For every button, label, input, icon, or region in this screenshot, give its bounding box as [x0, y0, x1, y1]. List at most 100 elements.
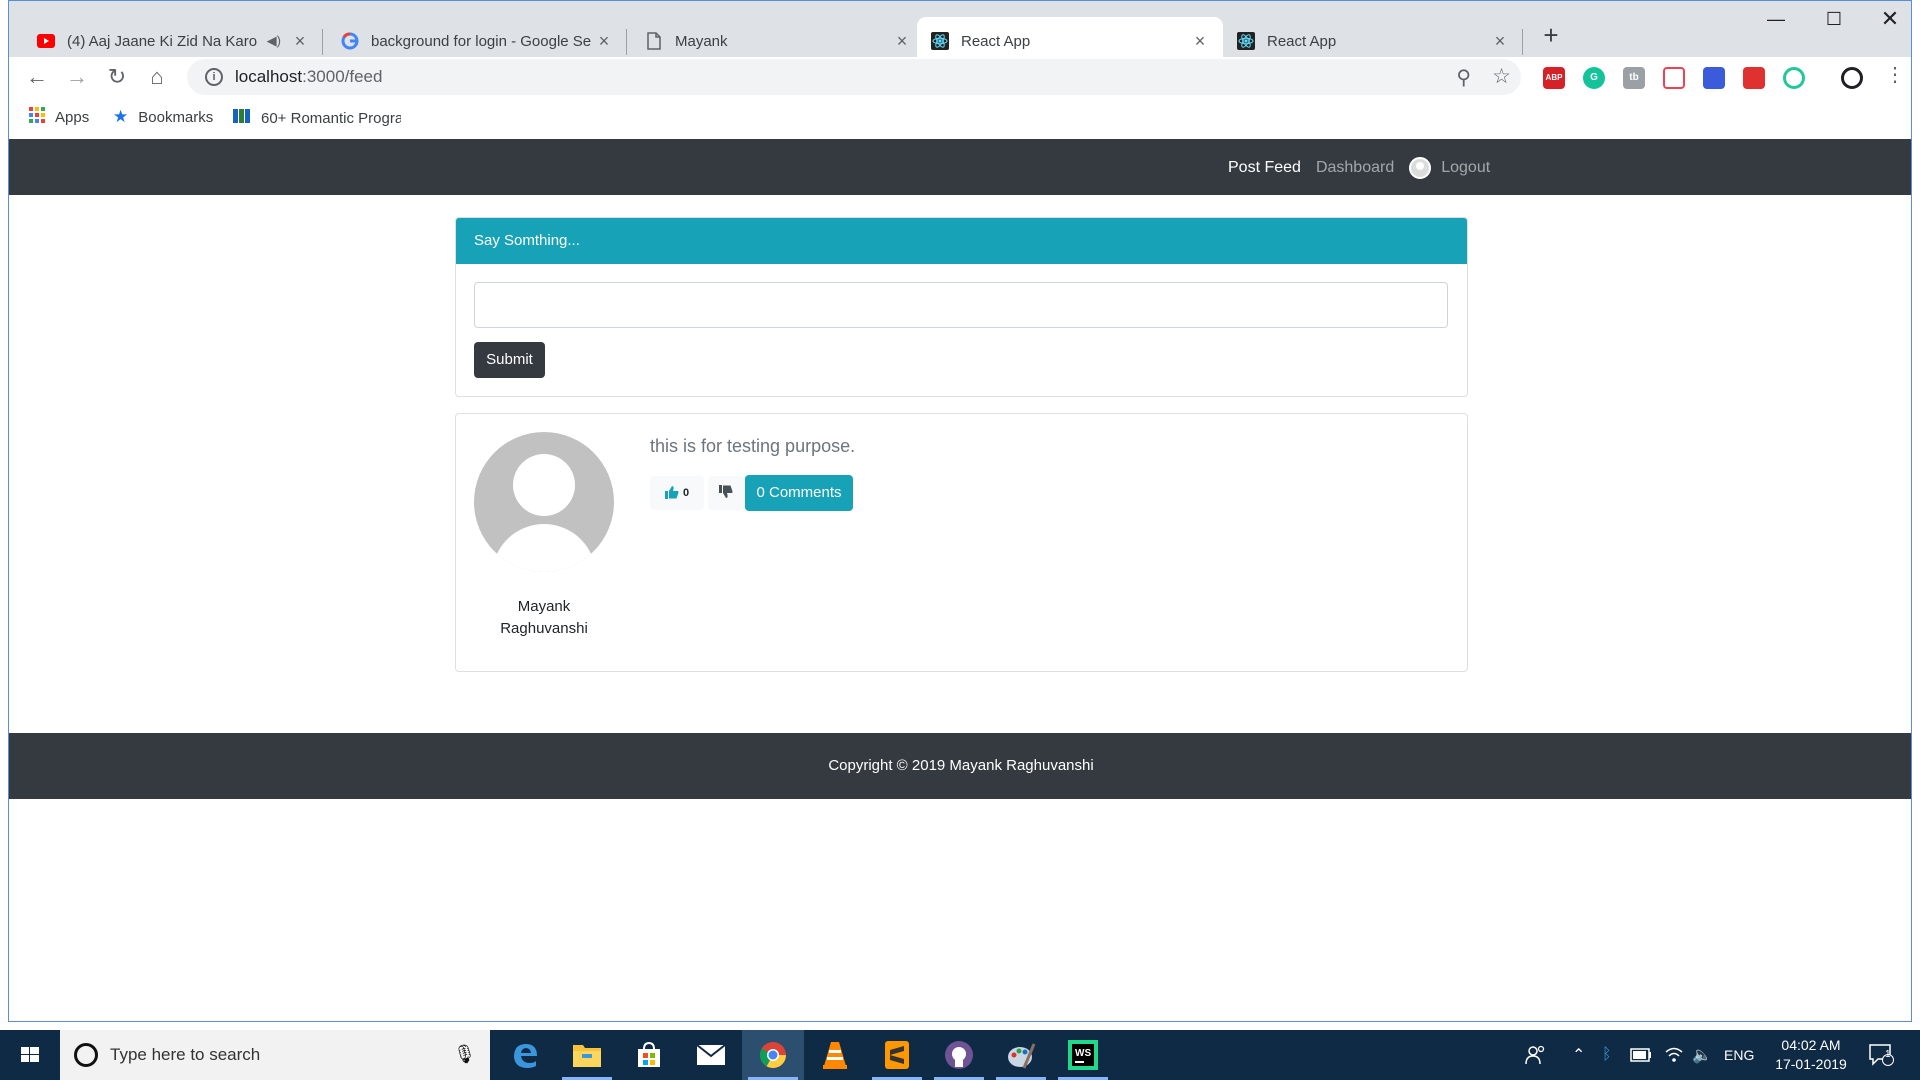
tab-separator	[322, 29, 323, 55]
nav-logout[interactable]: Logout	[1441, 159, 1490, 177]
browser-toolbar: ← → ↻ ⌂ i localhost:3000/feed ⚲ ☆ ABP G …	[9, 57, 1911, 97]
edge-icon[interactable]	[494, 1030, 556, 1080]
submit-button[interactable]: Submit	[474, 342, 545, 378]
bookmark-romantic[interactable]: 60+ Romantic Progra	[233, 107, 401, 129]
post-text: this is for testing purpose.	[650, 436, 856, 456]
youtube-icon	[37, 32, 55, 50]
mail-icon[interactable]	[680, 1030, 742, 1080]
battery-icon[interactable]	[1630, 1030, 1652, 1080]
file-explorer-icon[interactable]	[556, 1030, 618, 1080]
profile-avatar[interactable]	[1841, 67, 1863, 89]
notification-count: 1	[1885, 1049, 1891, 1060]
toolbox-icon[interactable]: tb	[1623, 67, 1645, 89]
site-icon	[233, 107, 251, 129]
star-icon: ★	[113, 107, 129, 126]
bookmark-label: Bookmarks	[138, 108, 214, 126]
page-footer: Copyright © 2019 Mayank Raghuvanshi	[9, 733, 1911, 799]
clock-date: 17-01-2019	[1775, 1056, 1847, 1072]
cortana-icon	[74, 1043, 98, 1067]
sublime-icon[interactable]	[866, 1030, 928, 1080]
windows-logo-icon	[21, 1047, 39, 1062]
extension-icon[interactable]	[1783, 67, 1805, 89]
extension-icon[interactable]	[1743, 67, 1765, 89]
bookmark-bookmarks[interactable]: ★ Bookmarks	[113, 107, 213, 127]
close-tab-icon[interactable]: ×	[1491, 32, 1509, 50]
close-tab-icon[interactable]: ×	[893, 32, 911, 50]
top-navbar: Post Feed Dashboard Logout	[9, 139, 1911, 195]
zoom-icon[interactable]: ⚲	[1456, 65, 1471, 90]
web-page: Post Feed Dashboard Logout Say Somthing.…	[9, 139, 1911, 1021]
taskbar-search[interactable]: Type here to search 🎙	[60, 1030, 490, 1080]
author-avatar	[474, 432, 614, 572]
tab-title: React App	[1267, 32, 1337, 50]
forward-button[interactable]: →	[63, 63, 91, 91]
info-icon[interactable]: i	[205, 68, 223, 86]
maximize-button[interactable]: ☐	[1809, 9, 1859, 33]
extension-icon[interactable]	[1703, 67, 1725, 89]
post-text-input[interactable]	[474, 282, 1448, 328]
post-form-card: Say Somthing... Submit	[455, 217, 1468, 397]
post-form-header: Say Somthing...	[456, 218, 1467, 264]
post-card: Mayank Raghuvanshi this is for testing p…	[455, 413, 1468, 672]
like-button[interactable]: 0	[650, 476, 704, 510]
close-tab-icon[interactable]: ×	[595, 32, 613, 50]
chrome-icon[interactable]	[742, 1030, 804, 1080]
chevron-up-icon[interactable]: ⌃	[1572, 1030, 1585, 1080]
comments-button[interactable]: 0 Comments	[745, 475, 853, 511]
search-placeholder: Type here to search	[110, 1045, 261, 1064]
notification-center-icon[interactable]: 1	[1868, 1030, 1894, 1080]
close-window-button[interactable]: ✕	[1865, 6, 1911, 31]
address-bar[interactable]: i localhost:3000/feed ⚲ ☆	[187, 59, 1521, 95]
bookmark-star-icon[interactable]: ☆	[1492, 64, 1511, 89]
webstorm-icon[interactable]: WS	[1052, 1030, 1114, 1080]
nav-post-feed[interactable]: Post Feed	[1228, 159, 1301, 177]
url-text[interactable]: localhost:3000/feed	[235, 67, 382, 87]
react-icon	[931, 32, 949, 50]
bookmark-label: Apps	[55, 108, 90, 126]
thumbs-up-icon	[664, 485, 679, 502]
tab-title: (4) Aaj Jaane Ki Zid Na Karo	[67, 32, 257, 50]
dislike-button[interactable]	[708, 476, 744, 510]
navbar-links: Post Feed Dashboard Logout	[1228, 157, 1505, 179]
bookmark-apps[interactable]: Apps	[29, 107, 89, 127]
paint-icon[interactable]	[990, 1030, 1052, 1080]
taskbar-clock[interactable]: 04:02 AM 17-01-2019	[1766, 1036, 1856, 1074]
pocket-icon[interactable]	[1663, 67, 1685, 89]
tab-title: background for login - Google Se	[371, 32, 592, 50]
grammarly-icon[interactable]: G	[1583, 67, 1605, 89]
close-tab-icon[interactable]: ×	[291, 32, 309, 50]
clock-time: 04:02 AM	[1781, 1037, 1841, 1053]
volume-icon[interactable]: 🔈	[1692, 1030, 1712, 1080]
url-host: localhost	[235, 67, 303, 86]
tab-title: React App	[961, 32, 1031, 50]
tab-strip: (4) Aaj Jaane Ki Zid Na Karo ◀) × backgr…	[9, 1, 1911, 65]
mute-icon[interactable]: ◀)	[267, 33, 281, 49]
bluetooth-icon[interactable]: ᛒ	[1602, 1030, 1612, 1080]
home-button[interactable]: ⌂	[143, 63, 171, 91]
adblock-plus-icon[interactable]: ABP	[1543, 67, 1565, 89]
bookmark-label: 60+ Romantic Progra	[261, 109, 401, 127]
vlc-icon[interactable]	[804, 1030, 866, 1080]
close-tab-icon[interactable]: ×	[1191, 32, 1209, 50]
wifi-icon[interactable]	[1664, 1030, 1684, 1080]
people-icon[interactable]	[1524, 1030, 1546, 1080]
thumbs-down-icon	[719, 484, 733, 502]
tab-separator	[1522, 29, 1523, 55]
nav-dashboard[interactable]: Dashboard	[1316, 159, 1394, 177]
github-icon[interactable]	[928, 1030, 990, 1080]
back-button[interactable]: ←	[23, 63, 51, 91]
bookmarks-bar: Apps ★ Bookmarks 60+ Romantic Progra	[9, 99, 1911, 135]
store-icon[interactable]	[618, 1030, 680, 1080]
author-name[interactable]: Mayank Raghuvanshi	[474, 596, 614, 640]
svg-text:WS: WS	[1075, 1048, 1091, 1059]
microphone-icon[interactable]: 🎙	[453, 1044, 476, 1065]
browser-window: (4) Aaj Jaane Ki Zid Na Karo ◀) × backgr…	[8, 0, 1912, 1022]
new-tab-button[interactable]: +	[1537, 21, 1565, 49]
reload-button[interactable]: ↻	[103, 63, 131, 91]
language-indicator[interactable]: ENG	[1724, 1030, 1754, 1080]
minimize-button[interactable]: —	[1751, 9, 1801, 33]
menu-kebab-icon[interactable]: ⋮	[1881, 61, 1909, 89]
avatar-head	[513, 454, 575, 516]
tab-title: Mayank	[675, 32, 728, 50]
start-button[interactable]	[0, 1030, 60, 1080]
